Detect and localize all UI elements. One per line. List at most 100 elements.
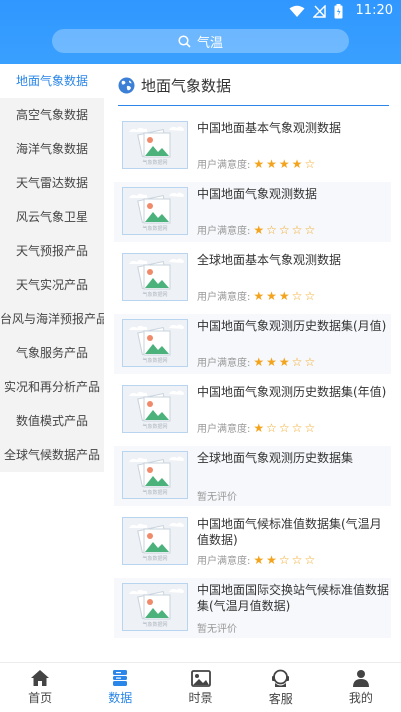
dataset-thumbnail: 气象数据网	[122, 583, 188, 631]
satisfaction-rating: 用户满意度: ★ ★ ★ ★ ☆	[197, 156, 315, 172]
satisfaction-rating: 用户满意度: ★ ★ ★ ☆ ☆	[197, 288, 315, 304]
star-filled-icon: ★	[253, 354, 265, 369]
star-empty-icon: ☆	[266, 222, 277, 237]
nav-label: 时景	[188, 690, 213, 705]
category-sidebar: 地面气象数据 高空气象数据 海洋气象数据 天气雷达数据 风云气象卫星 天气预报产品 天气实况…	[0, 64, 104, 662]
user-icon	[352, 669, 370, 687]
home-icon	[30, 669, 50, 687]
sidebar-item[interactable]: 数值模式产品	[0, 404, 104, 438]
star-empty-icon: ☆	[291, 354, 303, 369]
nav-item-picture[interactable]: 时景	[160, 663, 240, 712]
sidebar-item[interactable]: 天气实况产品	[0, 268, 104, 302]
dataset-title: 中国地面气象观测数据	[197, 187, 318, 201]
satisfaction-rating: 用户满意度: ★ ★ ☆ ☆ ☆	[197, 552, 316, 568]
sidebar-item[interactable]: 气象服务产品	[0, 336, 104, 370]
dataset-card[interactable]: 气象数据网 中国地面气象观测数据 用户满意度: ★ ☆ ☆ ☆ ☆	[114, 182, 391, 242]
dataset-card[interactable]: 气象数据网 中国地面气象观测历史数据集(年值) 用户满意度: ★ ☆ ☆ ☆ ☆	[114, 380, 391, 440]
satisfaction-rating: 用户满意度: ★ ☆ ☆ ☆ ☆	[197, 222, 316, 238]
thumb-watermark: 气象数据网	[142, 555, 167, 562]
star-empty-icon: ☆	[278, 552, 290, 567]
star-filled-icon: ★	[291, 156, 303, 171]
search-text: 气温	[196, 35, 223, 51]
sidebar-item[interactable]: 风云气象卫星	[0, 200, 104, 234]
service-icon	[271, 669, 290, 688]
globe-icon	[118, 77, 135, 93]
dataset-title: 中国地面气象观测历史数据集(月值)	[197, 319, 387, 333]
star-empty-icon: ☆	[266, 420, 277, 435]
section-title: 地面气象数据	[141, 76, 232, 95]
star-empty-icon: ☆	[304, 222, 316, 237]
image-placeholder-icon: 气象数据网	[123, 122, 187, 168]
picture-icon	[190, 669, 211, 687]
thumb-watermark: 气象数据网	[142, 159, 167, 166]
dataset-card[interactable]: 气象数据网 中国地面气象观测历史数据集(月值) 用户满意度: ★ ★ ★ ☆ ☆	[114, 314, 391, 374]
sidebar-item[interactable]: 海洋气象数据	[0, 132, 104, 166]
star-filled-icon: ★	[253, 420, 265, 435]
search-icon	[178, 34, 191, 48]
image-placeholder-icon: 气象数据网	[123, 188, 187, 234]
status-time: 11:20	[355, 3, 393, 18]
image-placeholder-icon: 气象数据网	[123, 386, 187, 432]
star-filled-icon: ★	[253, 288, 265, 303]
dataset-card[interactable]: 气象数据网 全球地面基本气象观测数据 用户满意度: ★ ★ ★ ☆ ☆	[114, 248, 391, 308]
nav-item-home[interactable]: 首页	[0, 663, 80, 712]
nav-label: 首页	[28, 691, 53, 705]
star-empty-icon: ☆	[304, 354, 316, 369]
star-empty-icon: ☆	[304, 552, 316, 567]
star-filled-icon: ★	[253, 222, 265, 237]
rating-label: 用户满意度:	[197, 292, 251, 303]
dataset-card[interactable]: 气象数据网 中国地面基本气象观测数据 用户满意度: ★ ★ ★ ★ ☆	[114, 116, 391, 176]
satisfaction-rating: 用户满意度: ★ ☆ ☆ ☆ ☆	[197, 420, 315, 436]
star-filled-icon: ★	[253, 552, 265, 567]
rating-label: 用户满意度:	[197, 424, 251, 435]
satisfaction-rating: 用户满意度: ★ ★ ★ ☆ ☆	[197, 354, 316, 370]
nav-item-data[interactable]: 数据	[80, 663, 160, 712]
image-placeholder-icon: 气象数据网	[123, 254, 187, 300]
star-empty-icon: ☆	[278, 222, 290, 237]
section-header: 地面气象数据	[118, 74, 231, 96]
nav-item-user[interactable]: 我的	[321, 663, 401, 712]
star-empty-icon: ☆	[291, 420, 303, 435]
star-filled-icon: ★	[266, 354, 277, 369]
sidebar-item[interactable]: 全球气候数据产品	[0, 438, 104, 472]
dataset-title: 中国地面气候标准值数据集(气温月值数据)	[197, 517, 382, 547]
nav-item-service[interactable]: 客服	[241, 663, 321, 712]
star-empty-icon: ☆	[291, 552, 303, 567]
sidebar-item[interactable]: 地面气象数据	[0, 64, 104, 98]
status-bar: 11:20	[0, 0, 401, 24]
main-content: 地面气象数据 气象数据网 中国地面基本气象观测数据 用户满意度: ★ ★ ★ ★ ☆ 气象数…	[104, 64, 401, 662]
sidebar-item[interactable]: 实况和再分析产品	[0, 370, 104, 404]
thumb-watermark: 气象数据网	[142, 621, 167, 628]
image-placeholder-icon: 气象数据网	[123, 320, 187, 366]
image-placeholder-icon: 气象数据网	[123, 518, 187, 564]
dataset-thumbnail: 气象数据网	[122, 451, 188, 499]
dataset-title: 中国地面国际交换站气候标准值数据集(气温月值数据)	[197, 583, 390, 613]
star-empty-icon: ☆	[291, 222, 303, 237]
sidebar-item[interactable]: 天气预报产品	[0, 234, 104, 268]
no-rating-text: 暂无评价	[197, 492, 237, 503]
thumb-watermark: 气象数据网	[142, 357, 167, 364]
star-filled-icon: ★	[266, 156, 277, 171]
dataset-card[interactable]: 气象数据网 中国地面气候标准值数据集(气温月值数据) 用户满意度: ★ ★ ☆ ☆ ☆	[114, 512, 391, 572]
rating-label: 用户满意度:	[197, 556, 251, 567]
dataset-card[interactable]: 气象数据网 全球地面气象观测历史数据集 暂无评价	[114, 446, 391, 506]
sidebar-item[interactable]: 天气雷达数据	[0, 166, 104, 200]
star-filled-icon: ★	[278, 156, 290, 171]
search-input[interactable]: 气温	[52, 29, 349, 53]
nav-label: 我的	[348, 691, 373, 705]
rating-label: 用户满意度:	[197, 226, 251, 237]
sidebar-list: 地面气象数据 高空气象数据 海洋气象数据 天气雷达数据 风云气象卫星 天气预报产品 天气实况…	[0, 64, 104, 472]
dataset-thumbnail: 气象数据网	[122, 385, 188, 433]
dataset-card[interactable]: 气象数据网 中国地面国际交换站气候标准值数据集(气温月值数据) 暂无评价	[114, 578, 391, 638]
star-filled-icon: ★	[266, 288, 277, 303]
bottom-nav: 首页 数据 时景 客服 我的	[0, 662, 401, 712]
battery-icon	[334, 4, 343, 19]
data-icon	[111, 669, 129, 687]
thumb-watermark: 气象数据网	[142, 225, 167, 232]
nav-label: 客服	[268, 691, 293, 706]
sidebar-item[interactable]: 高空气象数据	[0, 98, 104, 132]
nav-label: 数据	[108, 691, 133, 705]
app-header: 11:20 气温	[0, 0, 401, 64]
star-filled-icon: ★	[278, 354, 290, 369]
sidebar-item[interactable]: 台风与海洋预报产品	[0, 302, 104, 336]
